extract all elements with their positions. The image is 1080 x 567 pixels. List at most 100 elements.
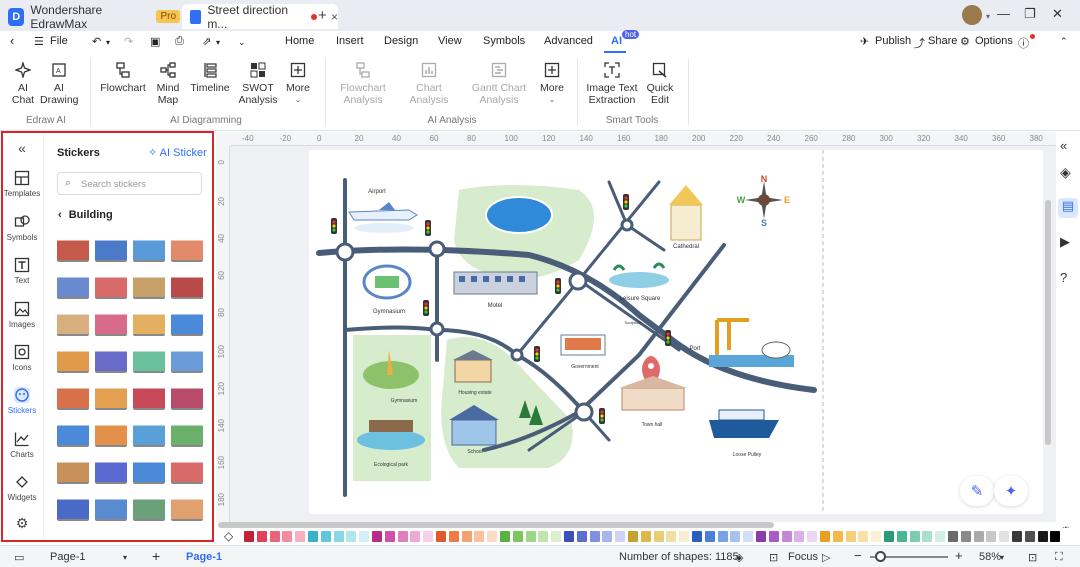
color-swatch[interactable]	[973, 531, 984, 542]
quick-edit-button[interactable]: Quick Edit	[644, 62, 676, 106]
presentation-icon[interactable]: ▶	[1060, 234, 1070, 250]
ai-drawing-button[interactable]: A AI Drawing	[40, 62, 79, 106]
app-tab[interactable]: D Wondershare EdrawMax Pro	[8, 3, 180, 31]
add-page-icon[interactable]: +	[152, 548, 160, 564]
back-icon[interactable]: ‹	[10, 33, 14, 48]
color-swatch[interactable]	[359, 531, 370, 542]
color-swatch[interactable]	[628, 531, 638, 542]
share-icon[interactable]: ⤴	[914, 35, 925, 51]
color-swatch[interactable]	[1012, 531, 1022, 542]
page-selector[interactable]: Page-1	[50, 551, 85, 563]
color-swatch[interactable]	[845, 531, 856, 542]
color-swatch[interactable]	[1050, 531, 1061, 542]
menu-view[interactable]: View	[438, 35, 462, 47]
flowchart-analysis-button[interactable]: Flowchart Analysis	[338, 62, 388, 106]
export-icon[interactable]: ⇗	[202, 35, 211, 48]
color-swatch[interactable]	[896, 531, 907, 542]
color-swatch[interactable]	[858, 531, 869, 542]
color-swatch[interactable]	[269, 531, 280, 542]
publish-button[interactable]: Publish	[875, 35, 911, 47]
color-swatch[interactable]	[436, 531, 446, 542]
more-quick-icon[interactable]: ⌄	[238, 37, 246, 48]
color-swatch[interactable]	[704, 531, 715, 542]
expand-right-panel-icon[interactable]: «	[1060, 138, 1067, 153]
close-window-icon[interactable]: ✕	[1052, 6, 1063, 22]
swot-analysis-button[interactable]: SWOT Analysis	[238, 62, 278, 106]
timeline-button[interactable]: Timeline	[190, 62, 230, 94]
document-tab[interactable]: Street direction m... ×	[182, 3, 338, 31]
color-swatch[interactable]	[935, 531, 946, 542]
ai-edit-fab[interactable]: ✎	[960, 476, 994, 506]
color-swatch[interactable]	[372, 531, 382, 542]
color-swatch[interactable]	[730, 531, 741, 542]
color-swatch[interactable]	[1024, 531, 1035, 542]
fullscreen-icon[interactable]: ⛶	[1055, 551, 1063, 564]
color-swatch[interactable]	[948, 531, 958, 542]
color-swatch[interactable]	[960, 531, 971, 542]
mind-map-button[interactable]: Mind Map	[152, 62, 184, 106]
help-circle-icon[interactable]: ?	[1060, 270, 1067, 285]
color-swatch[interactable]	[871, 531, 882, 542]
chart-analysis-button[interactable]: Chart Analysis	[404, 62, 454, 106]
maximize-icon[interactable]: ❐	[1024, 6, 1036, 22]
color-swatch[interactable]	[282, 531, 293, 542]
color-swatch[interactable]	[423, 531, 434, 542]
undo-icon[interactable]: ↶	[92, 35, 101, 48]
zoom-chevron-icon[interactable]: ▾	[1000, 553, 1004, 562]
print-icon[interactable]: ⎙	[175, 35, 184, 48]
export-dropdown-icon[interactable]: ▾	[216, 38, 220, 47]
zoom-in-icon[interactable]: +	[955, 548, 963, 563]
options-gear-icon[interactable]: ⚙	[960, 35, 970, 48]
page-tab-active[interactable]: Page-1	[186, 551, 222, 563]
color-swatch[interactable]	[615, 531, 626, 542]
color-swatch[interactable]	[512, 531, 523, 542]
gantt-chart-analysis-button[interactable]: Gantt Chart Analysis	[468, 62, 530, 106]
collapse-ribbon-icon[interactable]: ⌃	[1060, 36, 1068, 47]
color-swatch[interactable]	[717, 531, 728, 542]
fill-bucket-icon[interactable]: ◈	[1060, 164, 1071, 181]
diagramming-more-button[interactable]: More ⌄	[284, 62, 312, 106]
color-swatch[interactable]	[308, 531, 318, 542]
zoom-level[interactable]: 58%	[979, 551, 1001, 563]
color-swatch[interactable]	[487, 531, 498, 542]
color-swatch[interactable]	[986, 531, 997, 542]
zoom-slider-handle[interactable]	[875, 551, 886, 562]
image-text-extraction-button[interactable]: Image Text Extraction	[586, 62, 638, 106]
color-swatch[interactable]	[576, 531, 587, 542]
color-swatch[interactable]	[820, 531, 830, 542]
ai-sparkle-fab[interactable]: ✦	[994, 476, 1028, 506]
new-tab-button[interactable]: +	[318, 7, 327, 24]
vertical-scrollbar[interactable]	[1045, 200, 1051, 445]
color-swatch[interactable]	[666, 531, 677, 542]
color-swatch[interactable]	[602, 531, 613, 542]
color-swatch[interactable]	[551, 531, 562, 542]
ai-chat-button[interactable]: AI Chat	[8, 62, 38, 106]
avatar[interactable]	[962, 5, 982, 25]
color-swatch[interactable]	[461, 531, 472, 542]
color-swatch[interactable]	[346, 531, 357, 542]
flowchart-button[interactable]: Flowchart	[100, 62, 146, 94]
minimize-icon[interactable]: —	[997, 6, 1010, 21]
color-swatch[interactable]	[781, 531, 792, 542]
color-swatch[interactable]	[448, 531, 459, 542]
focus-button[interactable]: Focus	[788, 551, 818, 563]
color-swatch[interactable]	[756, 531, 766, 542]
menu-insert[interactable]: Insert	[336, 35, 364, 47]
hamburger-icon[interactable]: ☰	[34, 35, 44, 48]
options-button[interactable]: Options	[975, 35, 1013, 47]
drawing-page[interactable]: Airport Gymnasium Motel Cathedral Leisur…	[309, 150, 1043, 514]
close-tab-icon[interactable]: ×	[331, 10, 338, 24]
avatar-chevron-icon[interactable]: ▾	[986, 12, 990, 21]
color-swatch[interactable]	[679, 531, 690, 542]
color-swatch[interactable]	[538, 531, 549, 542]
color-swatch[interactable]	[320, 531, 331, 542]
file-menu[interactable]: File	[50, 35, 68, 47]
color-swatch[interactable]	[295, 531, 306, 542]
color-swatch[interactable]	[640, 531, 651, 542]
menu-advanced[interactable]: Advanced	[544, 35, 593, 47]
color-swatch[interactable]	[333, 531, 344, 542]
color-swatch[interactable]	[1037, 531, 1048, 542]
color-swatch[interactable]	[807, 531, 818, 542]
help-icon[interactable]: ⓘ	[1018, 35, 1029, 51]
color-swatch[interactable]	[410, 531, 421, 542]
